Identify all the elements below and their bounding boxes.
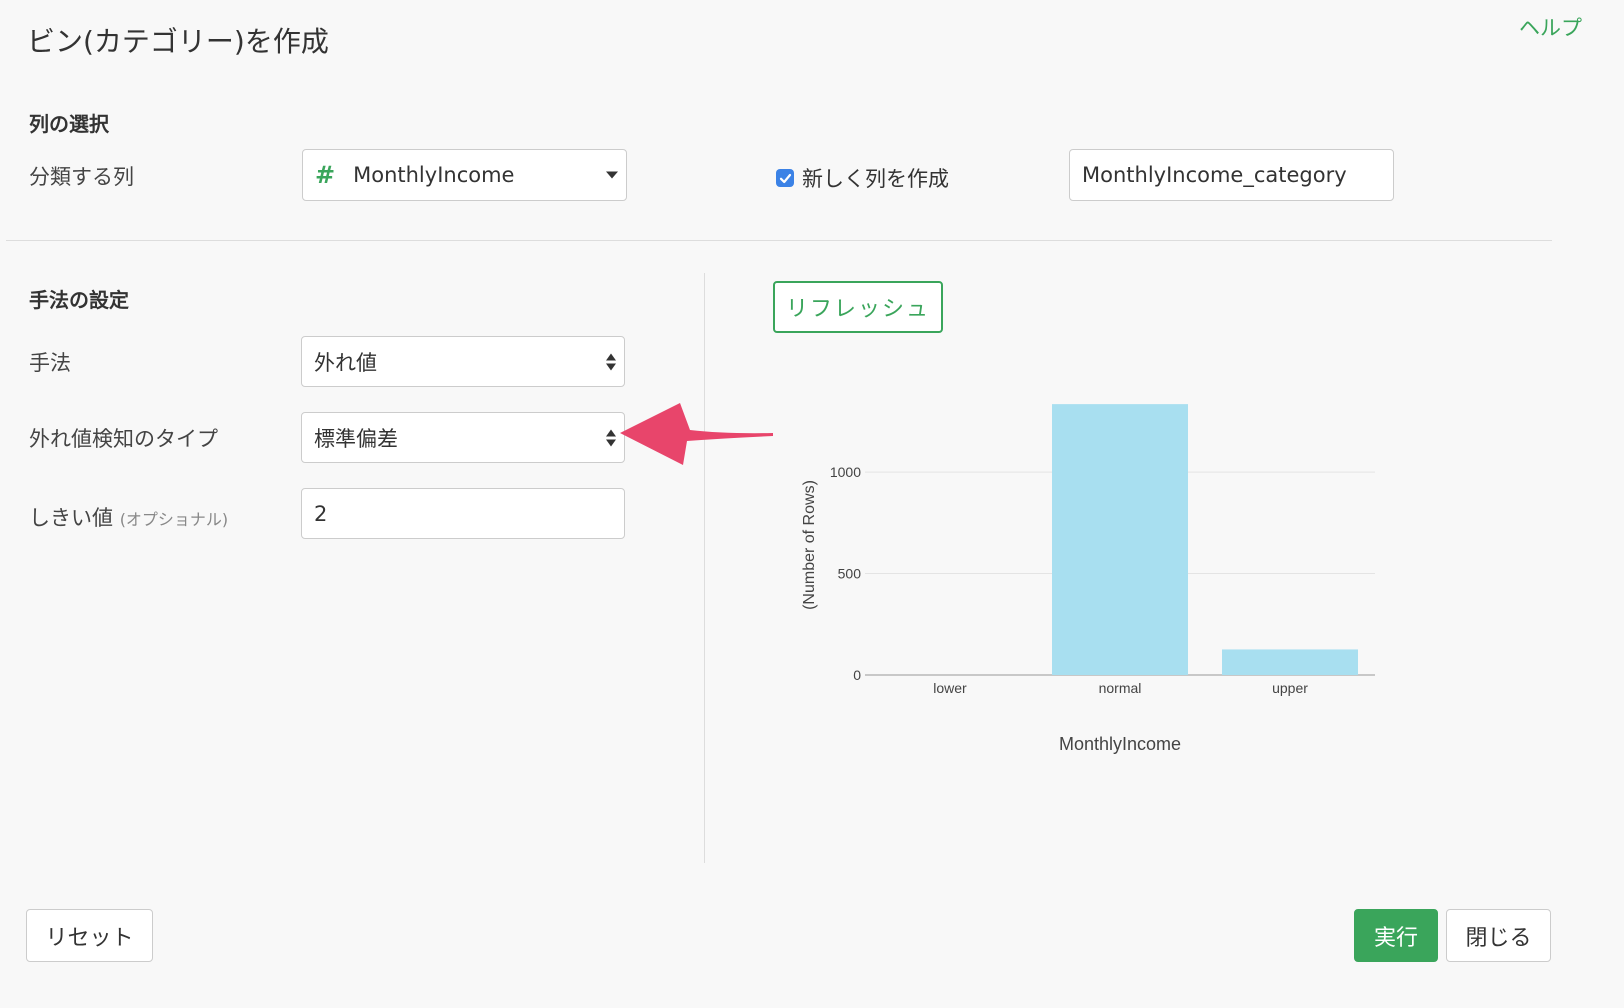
method-select[interactable]: 外れ値: [301, 336, 625, 387]
y-axis-title: (Number of Rows): [801, 480, 818, 610]
section-divider: [6, 240, 1552, 241]
help-link[interactable]: ヘルプ: [1519, 12, 1582, 42]
method-section-heading: 手法の設定: [29, 288, 129, 312]
histogram-chart: 0 500 1000 lower normal upper MonthlyIncome (Nu…: [801, 404, 1375, 754]
reset-button[interactable]: リセット: [26, 909, 153, 962]
y-tick-label: 500: [838, 566, 862, 582]
outlier-type-select-value: 標準偏差: [314, 426, 398, 451]
method-label: 手法: [29, 351, 71, 375]
new-column-label: 新しく列を作成: [802, 167, 949, 191]
x-tick-label: normal: [1099, 680, 1142, 696]
x-tick-label: lower: [933, 680, 967, 696]
x-axis-title: MonthlyIncome: [1059, 734, 1181, 754]
bar-normal: [1052, 404, 1188, 675]
check-icon: [779, 173, 791, 183]
threshold-input[interactable]: [301, 488, 625, 539]
bar-upper: [1222, 649, 1358, 675]
y-tick-label: 1000: [830, 464, 861, 480]
new-column-option[interactable]: 新しく列を作成: [776, 163, 949, 193]
numeric-type-icon: #: [315, 161, 336, 189]
outlier-type-label: 外れ値検知のタイプ: [29, 427, 218, 451]
column-select-value: MonthlyIncome: [353, 163, 515, 187]
new-column-checkbox[interactable]: [776, 169, 794, 187]
select-arrows-icon: [606, 353, 616, 370]
threshold-label: しきい値 (オプショナル): [29, 502, 228, 532]
y-tick-label: 0: [853, 667, 861, 683]
refresh-button[interactable]: リフレッシュ: [773, 281, 943, 333]
panel-divider: [704, 273, 705, 863]
method-select-value: 外れ値: [314, 350, 377, 375]
new-column-name-input[interactable]: [1069, 149, 1394, 201]
dialog-title: ビン(カテゴリー)を作成: [27, 25, 329, 58]
column-section-heading: 列の選択: [29, 112, 109, 136]
threshold-label-text: しきい値: [29, 506, 113, 530]
x-tick-label: upper: [1272, 680, 1308, 696]
close-button[interactable]: 閉じる: [1446, 909, 1551, 962]
annotation-arrow: [620, 403, 773, 465]
column-label: 分類する列: [29, 165, 134, 189]
column-select[interactable]: # MonthlyIncome: [302, 149, 627, 201]
chevron-down-icon: [606, 171, 618, 179]
outlier-type-select[interactable]: 標準偏差: [301, 412, 625, 463]
optional-note: (オプショナル): [119, 510, 229, 529]
run-button[interactable]: 実行: [1354, 909, 1438, 962]
